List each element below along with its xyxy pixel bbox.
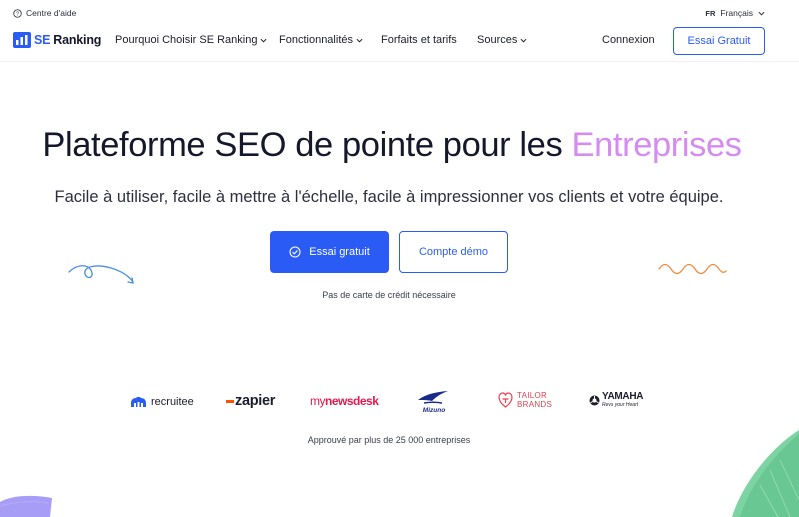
- free-trial-cta-label: Essai gratuit: [309, 246, 370, 258]
- mizuno-logo: Mizuno: [414, 390, 454, 414]
- nav-item-label: Forfaits et tarifs: [381, 34, 457, 46]
- svg-text:?: ?: [16, 11, 19, 17]
- login-link[interactable]: Connexion: [602, 34, 655, 46]
- help-center-link[interactable]: ? Centre d'aide: [13, 8, 76, 18]
- check-circle-icon: [289, 246, 301, 258]
- recruitee-text: recruitee: [151, 396, 194, 408]
- mizuno-text: Mizuno: [423, 407, 445, 414]
- help-icon: ?: [13, 8, 22, 18]
- chevron-down-icon: [356, 38, 363, 43]
- nav-item-resources[interactable]: Sources: [477, 34, 527, 46]
- squiggle-decoration-right: [658, 263, 727, 275]
- language-code: FR: [705, 8, 716, 18]
- mizuno-runbird-icon: Mizuno: [418, 391, 448, 414]
- tailor-text: TAILOR: [517, 391, 548, 400]
- yamaha-text: YAMAHA: [602, 391, 644, 402]
- language-label: Français: [720, 8, 753, 18]
- logo-bars-icon: [13, 32, 31, 48]
- tailor-brands-logo: TAILOR BRANDS: [498, 391, 552, 409]
- newsdesk-my-text: my: [310, 394, 326, 408]
- zapier-text: zapier: [235, 393, 276, 409]
- hero-subtitle: Facile à utiliser, facile à mettre à l'é…: [54, 188, 724, 206]
- chevron-down-icon: [758, 11, 765, 16]
- recruitee-logo: recruitee: [129, 396, 194, 408]
- nav-item-label: Pourquoi Choisir SE Ranking: [115, 34, 258, 46]
- hero-title-main: Plateforme SEO de pointe pour les: [42, 126, 572, 164]
- squiggle-decoration-left: [68, 265, 134, 284]
- zapier-logo: zapier: [226, 393, 275, 409]
- zapier-dash-mark: [226, 399, 234, 403]
- utility-bar: ? Centre d'aide FR Français: [0, 0, 799, 26]
- logo-ranking-text: Ranking: [53, 33, 102, 47]
- free-trial-cta-button[interactable]: Essai gratuit: [270, 231, 389, 273]
- mynewsdesk-logo: my newsdesk: [310, 394, 379, 408]
- nav-item-features[interactable]: Fonctionnalités: [279, 34, 363, 46]
- tailor-brands-text: TAILOR BRANDS: [517, 391, 552, 409]
- language-selector[interactable]: FR Français: [705, 8, 765, 18]
- free-trial-button[interactable]: Essai Gratuit: [673, 27, 765, 55]
- nav-item-label: Sources: [477, 34, 518, 46]
- se-ranking-logo[interactable]: SE Ranking: [13, 32, 101, 48]
- nav-item-pricing[interactable]: Forfaits et tarifs: [381, 34, 457, 46]
- newsdesk-rest-text: newsdesk: [325, 394, 379, 408]
- hero-title: Plateforme SEO de pointe pour les Entrep…: [0, 126, 784, 165]
- chevron-down-icon: [520, 38, 527, 43]
- yamaha-tagline: Revs your Heart: [602, 402, 639, 408]
- yamaha-logo: YAMAHA Revs your Heart: [589, 392, 643, 408]
- purple-corner-decoration: [0, 495, 52, 517]
- page-scrollbar[interactable]: [789, 62, 799, 517]
- chevron-down-icon: [260, 38, 267, 43]
- hero-title-accent: Entreprises: [571, 126, 742, 164]
- main-navigation: SE Ranking Pourquoi Choisir SE Ranking Fo…: [0, 26, 799, 62]
- approved-by-companies-text: Approuvé par plus de 25 000 entreprises: [307, 435, 471, 445]
- nav-item-label: Fonctionnalités: [279, 34, 353, 46]
- nav-item-why-choose[interactable]: Pourquoi Choisir SE Ranking: [115, 34, 267, 46]
- yamaha-text-block: YAMAHA Revs your Heart: [602, 391, 644, 409]
- help-center-label: Centre d'aide: [26, 8, 77, 18]
- no-credit-card-note: Pas de carte de crédit nécessaire: [322, 290, 456, 300]
- yamaha-tuning-fork-icon: [589, 395, 600, 405]
- brands-text: BRANDS: [517, 400, 553, 409]
- recruitee-cloud-icon: [131, 396, 146, 407]
- demo-account-button[interactable]: Compte démo: [399, 231, 508, 273]
- client-logos-row: recruitee zapier my newsdesk Mizuno TAILO…: [0, 388, 799, 418]
- tailor-heart-icon: [498, 392, 513, 408]
- logo-se-text: SE: [34, 33, 51, 47]
